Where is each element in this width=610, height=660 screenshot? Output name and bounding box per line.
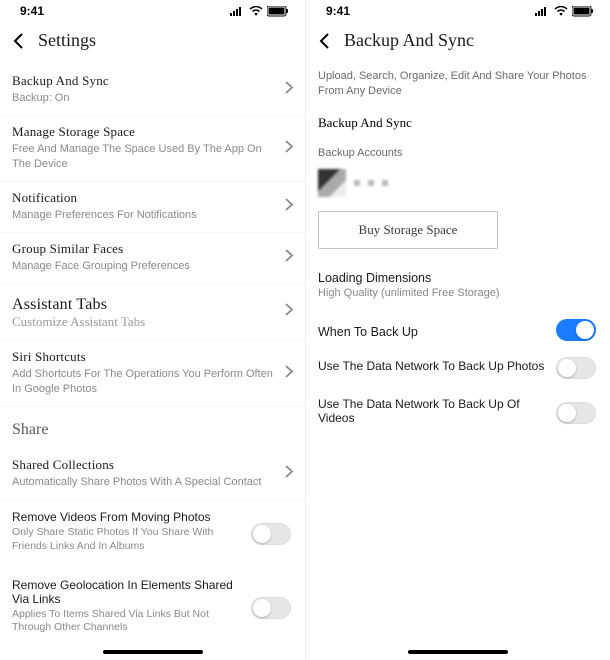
row-group-faces[interactable]: Group Similar Faces Manage Face Grouping…: [0, 233, 305, 284]
row-title: Notification: [12, 190, 273, 206]
row-title: Manage Storage Space: [12, 124, 273, 140]
row-sub: Automatically Share Photos With A Specia…: [12, 475, 273, 489]
toggle-backup-sync[interactable]: [556, 319, 596, 341]
row-assistant-tabs[interactable]: Assistant Tabs Customize Assistant Tabs: [0, 284, 305, 341]
row-title: Siri Shortcuts: [12, 349, 273, 365]
toggle-data-videos[interactable]: [556, 402, 596, 424]
avatar: [318, 169, 346, 197]
buy-storage-button[interactable]: Buy Storage Space: [318, 211, 498, 249]
row-sub: Backup: On: [12, 91, 273, 105]
chevron-right-icon: [285, 365, 293, 383]
row-manage-storage[interactable]: Manage Storage Space Free And Manage The…: [0, 116, 305, 182]
row-loading-dimensions[interactable]: Loading Dimensions High Quality (unlimit…: [306, 261, 610, 309]
back-icon[interactable]: [316, 32, 334, 50]
chevron-right-icon: [285, 198, 293, 216]
page-description: Upload, Search, Organize, Edit And Share…: [306, 65, 610, 109]
status-icons: [535, 6, 594, 17]
row-sub: Manage Face Grouping Preferences: [12, 259, 273, 273]
home-indicator[interactable]: [408, 650, 508, 654]
status-time: 9:41: [20, 4, 44, 18]
section-sub: Customize Assistant Tabs: [12, 314, 273, 330]
page-title: Settings: [38, 30, 96, 51]
row-remove-videos: Remove Videos From Moving Photos Only Sh…: [0, 500, 305, 567]
header: Settings: [0, 20, 305, 65]
toggle-remove-videos[interactable]: [251, 523, 291, 545]
account-blurred: [354, 180, 388, 186]
row-title: Remove Geolocation In Elements Shared Vi…: [12, 578, 245, 606]
chevron-right-icon: [285, 249, 293, 267]
row-backup-sync[interactable]: Backup And Sync Backup: On: [0, 65, 305, 116]
home-indicator[interactable]: [103, 650, 203, 654]
row-title: Use The Data Network To Back Up Of Video…: [318, 397, 550, 425]
row-notification[interactable]: Notification Manage Preferences For Noti…: [0, 182, 305, 233]
row-title: Backup And Sync: [12, 73, 273, 89]
battery-icon: [267, 6, 289, 17]
row-title: Remove Videos From Moving Photos: [12, 510, 245, 524]
row-title: Shared Collections: [12, 457, 273, 473]
toggle-remove-geo[interactable]: [251, 597, 291, 619]
chevron-right-icon: [285, 140, 293, 158]
status-bar: 9:41: [306, 0, 610, 20]
signal-icon: [535, 6, 550, 16]
chevron-right-icon: [285, 81, 293, 99]
row-title: Use The Data Network To Back Up Photos: [318, 359, 550, 373]
signal-icon: [230, 6, 245, 16]
toggle-data-photos[interactable]: [556, 357, 596, 379]
chevron-right-icon: [285, 303, 293, 321]
status-bar: 9:41: [0, 0, 305, 20]
row-data-photos: Use The Data Network To Back Up Photos: [306, 349, 610, 387]
chevron-right-icon: [285, 465, 293, 483]
row-sub: Manage Preferences For Notifications: [12, 208, 273, 222]
status-icons: [230, 6, 289, 17]
row-remove-geo: Remove Geolocation In Elements Shared Vi…: [0, 568, 305, 649]
row-title: Group Similar Faces: [12, 241, 273, 257]
header: Backup And Sync: [306, 20, 610, 65]
battery-icon: [572, 6, 594, 17]
row-shared-collections[interactable]: Shared Collections Automatically Share P…: [0, 449, 305, 500]
toggle-label: Backup And Sync: [318, 115, 412, 131]
row-data-videos: Use The Data Network To Back Up Of Video…: [306, 387, 610, 439]
wifi-icon: [554, 6, 568, 16]
row-sub: Only Share Static Photos If You Share Wi…: [12, 526, 245, 553]
row-backup-sync-toggle: Backup And Sync: [306, 109, 610, 137]
section-title: Assistant Tabs: [12, 296, 273, 314]
settings-list: Backup And Sync Backup: On Manage Storag…: [0, 65, 305, 660]
wifi-icon: [249, 6, 263, 16]
page-title: Backup And Sync: [344, 30, 474, 51]
row-sub: Free And Manage The Space Used By The Ap…: [12, 142, 273, 171]
back-icon[interactable]: [10, 32, 28, 50]
share-header: Share: [0, 407, 305, 449]
row-sub: High Quality (unlimited Free Storage): [318, 287, 598, 299]
row-title: Loading Dimensions: [318, 271, 598, 285]
row-sub: Applies To Items Shared Via Links But No…: [12, 608, 245, 635]
phone-right-backup: 9:41 Backup And Sync Upload, Search, Org…: [305, 0, 610, 660]
row-siri-shortcuts[interactable]: Siri Shortcuts Add Shortcuts For The Ope…: [0, 341, 305, 407]
phone-left-settings: 9:41 Settings Backup And Sync Backup: On…: [0, 0, 305, 660]
backup-accounts-label: Backup Accounts: [306, 137, 610, 161]
status-time: 9:41: [326, 4, 350, 18]
row-sub: Add Shortcuts For The Operations You Per…: [12, 367, 273, 396]
account-row[interactable]: [306, 161, 610, 205]
